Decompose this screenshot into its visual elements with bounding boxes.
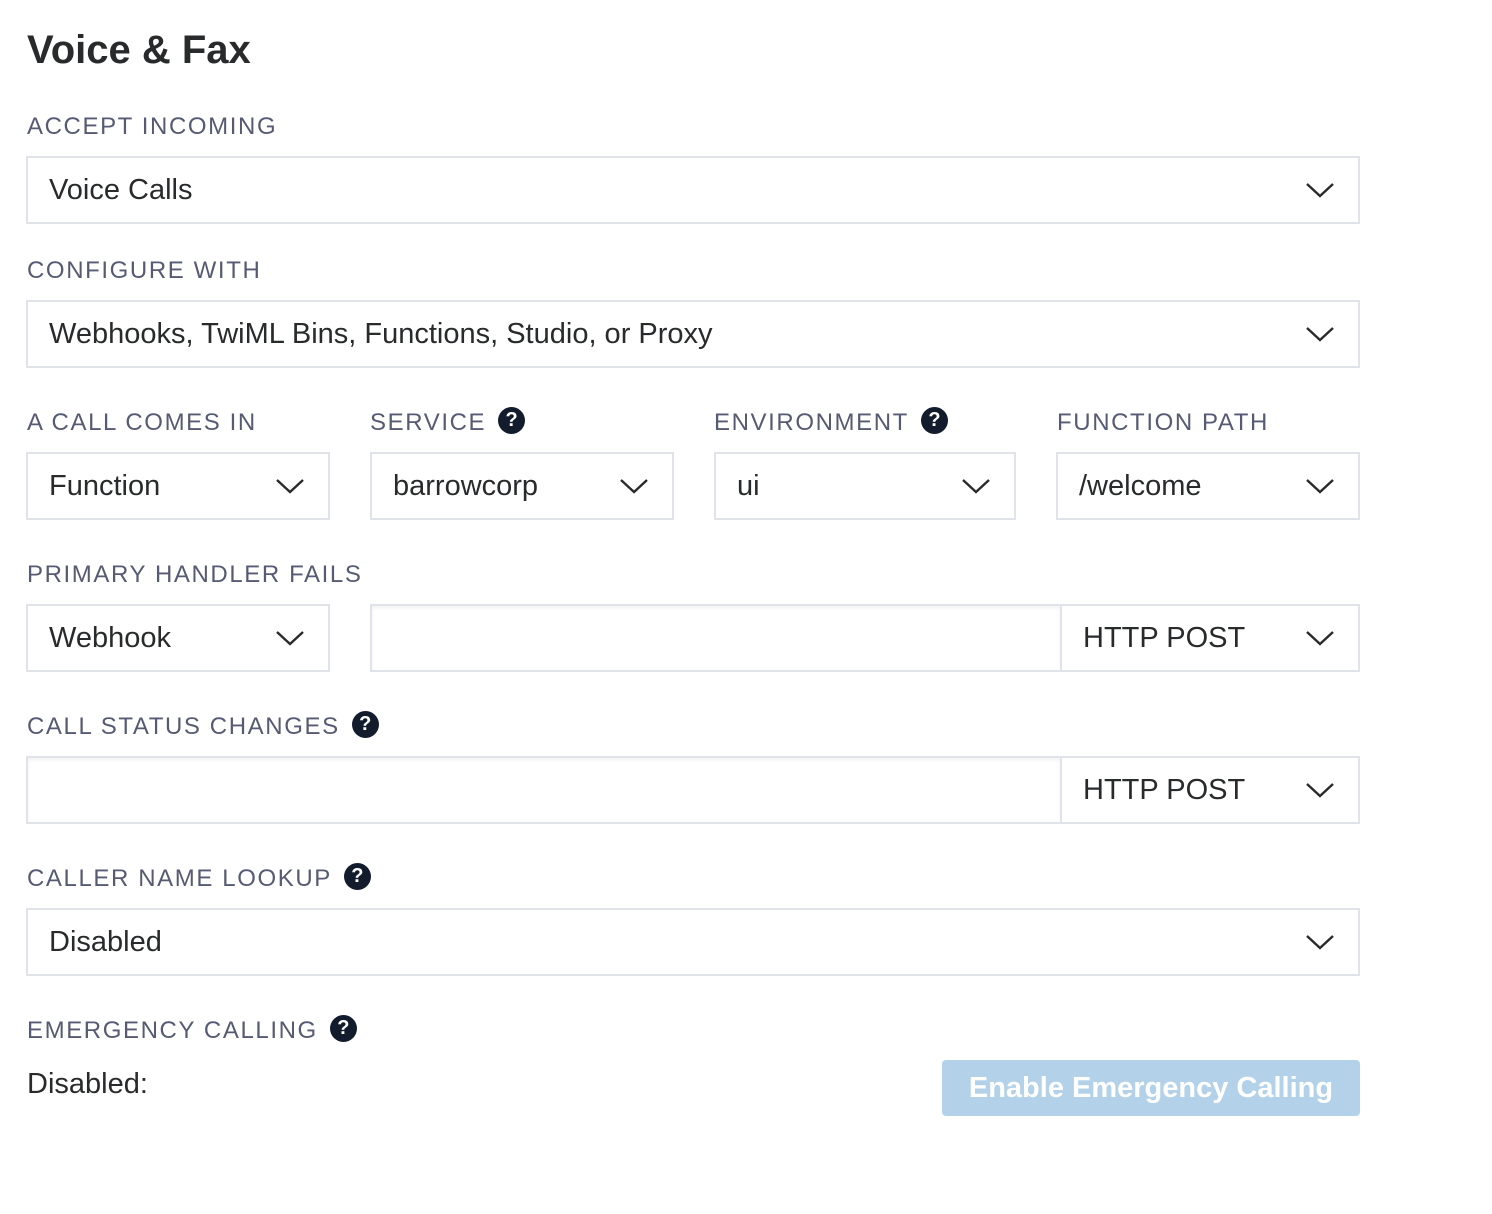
service-select[interactable]: barrowcorp <box>370 452 674 520</box>
chevron-down-icon <box>1305 181 1335 199</box>
configure-with-label: CONFIGURE WITH <box>27 257 261 285</box>
emergency-calling-label-text: EMERGENCY CALLING <box>27 1017 318 1044</box>
chevron-down-icon <box>619 477 649 495</box>
function-path-value: /welcome <box>1079 469 1202 502</box>
accept-incoming-label: ACCEPT INCOMING <box>27 113 277 141</box>
chevron-down-icon <box>961 477 991 495</box>
primary-handler-method-select[interactable]: HTTP POST <box>1060 604 1360 672</box>
primary-handler-type-select[interactable]: Webhook <box>26 604 330 672</box>
primary-handler-type-value: Webhook <box>49 621 171 654</box>
call-status-changes-label: CALL STATUS CHANGES ? <box>27 710 379 741</box>
chevron-down-icon <box>275 477 305 495</box>
question-circle-icon[interactable]: ? <box>498 406 526 434</box>
primary-handler-fails-label-text: PRIMARY HANDLER FAILS <box>27 561 363 588</box>
call-status-method-select[interactable]: HTTP POST <box>1060 756 1360 824</box>
question-circle-icon[interactable]: ? <box>351 710 379 738</box>
accept-incoming-label-text: ACCEPT INCOMING <box>27 113 278 140</box>
chevron-down-icon <box>1305 477 1335 495</box>
chevron-down-icon <box>1305 781 1335 799</box>
accept-incoming-value: Voice Calls <box>49 173 193 206</box>
caller-name-lookup-label: CALLER NAME LOOKUP ? <box>27 862 371 893</box>
service-label-text: SERVICE <box>370 409 487 436</box>
question-circle-icon[interactable]: ? <box>920 406 948 434</box>
call-comes-in-value: Function <box>49 469 161 502</box>
emergency-calling-status: Disabled: <box>27 1068 148 1100</box>
enable-emergency-calling-button[interactable]: Enable Emergency Calling <box>942 1060 1360 1116</box>
function-path-label-text: FUNCTION PATH <box>1057 409 1269 436</box>
caller-name-lookup-select[interactable]: Disabled <box>26 908 1360 976</box>
primary-handler-url-input[interactable] <box>370 604 1060 672</box>
chevron-down-icon <box>1305 933 1335 951</box>
environment-select[interactable]: ui <box>714 452 1016 520</box>
call-comes-in-label: A CALL COMES IN <box>27 409 257 437</box>
configure-with-value: Webhooks, TwiML Bins, Functions, Studio,… <box>49 317 713 350</box>
chevron-down-icon <box>275 629 305 647</box>
environment-label: ENVIRONMENT ? <box>714 406 948 437</box>
service-label: SERVICE ? <box>370 406 526 437</box>
chevron-down-icon <box>1305 325 1335 343</box>
call-comes-in-label-text: A CALL COMES IN <box>27 409 257 436</box>
call-status-method-value: HTTP POST <box>1083 773 1246 806</box>
service-value: barrowcorp <box>393 469 539 502</box>
chevron-down-icon <box>1305 629 1335 647</box>
call-status-url-input[interactable] <box>26 756 1060 824</box>
accept-incoming-select[interactable]: Voice Calls <box>26 156 1360 224</box>
function-path-label: FUNCTION PATH <box>1057 409 1269 437</box>
function-path-select[interactable]: /welcome <box>1056 452 1360 520</box>
question-circle-icon[interactable]: ? <box>329 1014 357 1042</box>
configure-with-label-text: CONFIGURE WITH <box>27 257 262 284</box>
caller-name-lookup-label-text: CALLER NAME LOOKUP <box>27 865 332 892</box>
primary-handler-fails-label: PRIMARY HANDLER FAILS <box>27 561 362 589</box>
environment-value: ui <box>737 469 760 502</box>
page-title: Voice & Fax <box>27 28 251 72</box>
question-circle-icon[interactable]: ? <box>343 862 371 890</box>
emergency-calling-label: EMERGENCY CALLING ? <box>27 1014 357 1045</box>
primary-handler-method-value: HTTP POST <box>1083 621 1246 654</box>
call-status-changes-label-text: CALL STATUS CHANGES <box>27 713 340 740</box>
call-comes-in-select[interactable]: Function <box>26 452 330 520</box>
environment-label-text: ENVIRONMENT <box>714 409 909 436</box>
caller-name-lookup-value: Disabled <box>49 925 162 958</box>
configure-with-select[interactable]: Webhooks, TwiML Bins, Functions, Studio,… <box>26 300 1360 368</box>
